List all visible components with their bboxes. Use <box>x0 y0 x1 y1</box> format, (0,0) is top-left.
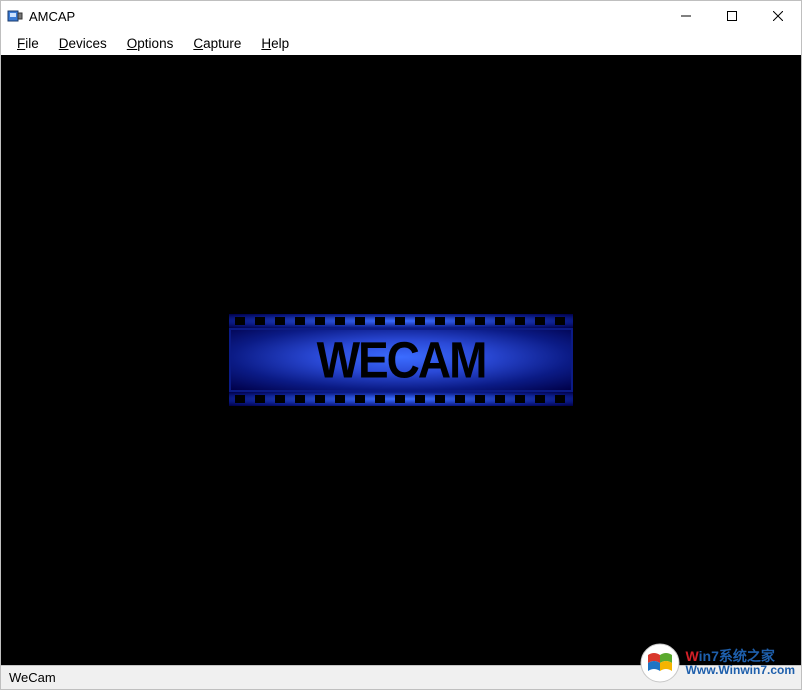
titlebar: AMCAP <box>1 1 801 31</box>
filmstrip-bottom-icon <box>229 392 573 406</box>
statusbar: WeCam <box>1 665 801 689</box>
wecam-logo-text: WECAM <box>317 330 486 389</box>
filmstrip-top-icon <box>229 314 573 328</box>
status-text: WeCam <box>9 670 56 685</box>
menu-options[interactable]: Options <box>117 34 184 53</box>
maximize-button[interactable] <box>709 1 755 31</box>
app-window: AMCAP File Devices Options Capture Help <box>0 0 802 690</box>
menu-devices[interactable]: Devices <box>49 34 117 53</box>
wecam-logo: WECAM <box>221 310 581 410</box>
app-icon <box>7 8 23 24</box>
menu-capture[interactable]: Capture <box>183 34 251 53</box>
minimize-button[interactable] <box>663 1 709 31</box>
video-preview: WECAM <box>1 55 801 665</box>
window-title: AMCAP <box>29 9 75 24</box>
close-button[interactable] <box>755 1 801 31</box>
menu-file[interactable]: File <box>7 34 49 53</box>
menubar: File Devices Options Capture Help <box>1 31 801 55</box>
menu-help[interactable]: Help <box>251 34 299 53</box>
